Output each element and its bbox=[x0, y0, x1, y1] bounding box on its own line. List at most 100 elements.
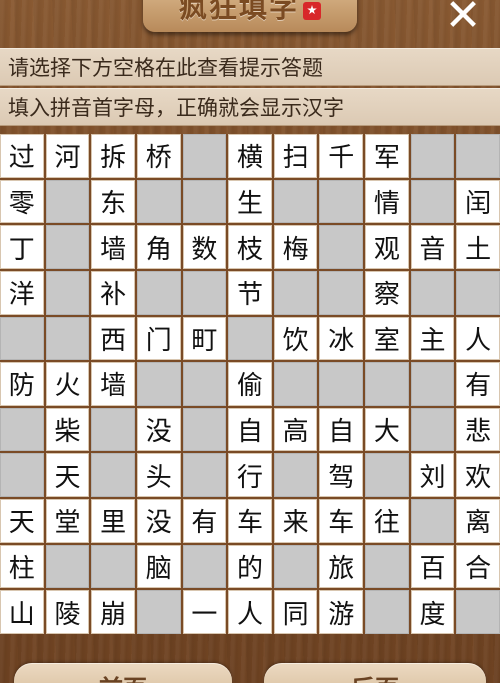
grid-cell-blank bbox=[91, 407, 135, 452]
grid-cell[interactable]: 拆 bbox=[91, 134, 135, 178]
grid-cell[interactable]: 防 bbox=[0, 362, 44, 406]
grid-cell[interactable]: 百 bbox=[410, 544, 455, 589]
grid-cell-blank bbox=[410, 134, 455, 178]
grid-cell-blank bbox=[182, 407, 227, 452]
crossword-grid: 过河拆桥横扫千军零东生情闰丁墙角数枝梅观音土洋补节察西门町饮冰室主人防火墙偷有柴… bbox=[0, 134, 500, 634]
grid-cell[interactable]: 偷 bbox=[228, 362, 272, 406]
next-page-button[interactable]: 后页 bbox=[264, 663, 486, 683]
grid-cell[interactable]: 天 bbox=[45, 453, 90, 498]
grid-cell[interactable]: 火 bbox=[45, 362, 90, 406]
grid-cell[interactable]: 情 bbox=[365, 179, 409, 224]
grid-cell[interactable]: 军 bbox=[365, 134, 409, 178]
grid-cell[interactable]: 丁 bbox=[0, 225, 44, 269]
prev-page-button[interactable]: 前页 bbox=[14, 663, 232, 683]
grid-cell[interactable]: 悲 bbox=[456, 407, 500, 452]
grid-cell[interactable]: 有 bbox=[456, 362, 500, 406]
grid-cell[interactable]: 过 bbox=[0, 134, 44, 178]
grid-cell[interactable]: 西 bbox=[91, 316, 135, 361]
grid-cell[interactable]: 游 bbox=[319, 590, 364, 634]
grid-cell[interactable]: 往 bbox=[365, 499, 409, 543]
grid-cell[interactable]: 有 bbox=[182, 499, 227, 543]
grid-cell[interactable]: 驾 bbox=[319, 453, 364, 498]
grid-cell[interactable]: 一 bbox=[182, 590, 227, 634]
grid-cell[interactable]: 车 bbox=[319, 499, 364, 543]
grid-cell[interactable]: 察 bbox=[365, 270, 409, 315]
title-plaque: 疯狂填字 bbox=[143, 0, 357, 32]
grid-cell[interactable]: 行 bbox=[228, 453, 272, 498]
grid-cell[interactable]: 离 bbox=[456, 499, 500, 543]
grid-cell-blank bbox=[410, 407, 455, 452]
grid-cell[interactable]: 自 bbox=[319, 407, 364, 452]
grid-cell[interactable]: 墙 bbox=[91, 225, 135, 269]
grid-cell[interactable]: 东 bbox=[91, 179, 135, 224]
grid-cell[interactable]: 人 bbox=[456, 316, 500, 361]
grid-cell-blank bbox=[45, 544, 90, 589]
grid-cell-blank bbox=[319, 179, 364, 224]
hint-text-2: 填入拼音首字母，正确就会显示汉字 bbox=[8, 96, 344, 120]
grid-cell[interactable]: 里 bbox=[91, 499, 135, 543]
grid-cell[interactable]: 补 bbox=[91, 270, 135, 315]
grid-cell[interactable]: 室 bbox=[365, 316, 409, 361]
grid-cell[interactable]: 角 bbox=[136, 225, 181, 269]
grid-cell[interactable]: 饮 bbox=[273, 316, 318, 361]
close-icon: ✕ bbox=[444, 0, 482, 41]
grid-cell[interactable]: 的 bbox=[228, 544, 272, 589]
grid-cell[interactable]: 来 bbox=[273, 499, 318, 543]
grid-cell[interactable]: 天 bbox=[0, 499, 44, 543]
grid-cell-blank bbox=[365, 362, 409, 406]
grid-cell[interactable]: 山 bbox=[0, 590, 44, 634]
grid-cell[interactable]: 生 bbox=[228, 179, 272, 224]
grid-cell[interactable]: 陵 bbox=[45, 590, 90, 634]
grid-cell[interactable]: 音 bbox=[410, 225, 455, 269]
grid-cell[interactable]: 扫 bbox=[273, 134, 318, 178]
grid-cell[interactable]: 大 bbox=[365, 407, 409, 452]
grid-cell[interactable]: 度 bbox=[410, 590, 455, 634]
grid-cell[interactable]: 没 bbox=[136, 407, 181, 452]
grid-cell[interactable]: 合 bbox=[456, 544, 500, 589]
grid-cell-blank bbox=[410, 179, 455, 224]
grid-cell[interactable]: 旅 bbox=[319, 544, 364, 589]
grid-cell[interactable]: 堂 bbox=[45, 499, 90, 543]
grid-cell[interactable]: 千 bbox=[319, 134, 364, 178]
grid-cell-blank bbox=[182, 134, 227, 178]
grid-cell[interactable]: 主 bbox=[410, 316, 455, 361]
grid-cell[interactable]: 墙 bbox=[91, 362, 135, 406]
grid-cell[interactable]: 人 bbox=[228, 590, 272, 634]
grid-cell-blank bbox=[91, 544, 135, 589]
grid-cell[interactable]: 脑 bbox=[136, 544, 181, 589]
grid-cell[interactable]: 闰 bbox=[456, 179, 500, 224]
grid-cell[interactable]: 没 bbox=[136, 499, 181, 543]
grid-cell[interactable]: 高 bbox=[273, 407, 318, 452]
grid-cell[interactable]: 门 bbox=[136, 316, 181, 361]
grid-cell-blank bbox=[182, 270, 227, 315]
grid-cell[interactable]: 冰 bbox=[319, 316, 364, 361]
grid-cell[interactable]: 町 bbox=[182, 316, 227, 361]
grid-cell-blank bbox=[410, 270, 455, 315]
grid-cell[interactable]: 枝 bbox=[228, 225, 272, 269]
grid-cell[interactable]: 柴 bbox=[45, 407, 90, 452]
grid-cell[interactable]: 洋 bbox=[0, 270, 44, 315]
grid-cell[interactable]: 节 bbox=[228, 270, 272, 315]
grid-cell[interactable]: 欢 bbox=[456, 453, 500, 498]
grid-cell[interactable]: 自 bbox=[228, 407, 272, 452]
grid-cell[interactable]: 桥 bbox=[136, 134, 181, 178]
grid-cell[interactable]: 头 bbox=[136, 453, 181, 498]
grid-cell[interactable]: 梅 bbox=[273, 225, 318, 269]
grid-cell-blank bbox=[365, 544, 409, 589]
grid-cell[interactable]: 刘 bbox=[410, 453, 455, 498]
grid-cell[interactable]: 横 bbox=[228, 134, 272, 178]
grid-cell[interactable]: 零 bbox=[0, 179, 44, 224]
grid-cell-blank bbox=[182, 544, 227, 589]
close-button[interactable]: ✕ bbox=[437, 0, 489, 38]
grid-cell[interactable]: 河 bbox=[45, 134, 90, 178]
grid-cell[interactable]: 观 bbox=[365, 225, 409, 269]
grid-cell[interactable]: 车 bbox=[228, 499, 272, 543]
grid-cell[interactable]: 柱 bbox=[0, 544, 44, 589]
grid-cell[interactable]: 土 bbox=[456, 225, 500, 269]
grid-cell[interactable]: 同 bbox=[273, 590, 318, 634]
star-ribbon-icon bbox=[303, 2, 321, 20]
grid-cell[interactable]: 崩 bbox=[91, 590, 135, 634]
grid-cell-blank bbox=[365, 590, 409, 634]
grid-cell[interactable]: 数 bbox=[182, 225, 227, 269]
grid-cell-blank bbox=[456, 270, 500, 315]
